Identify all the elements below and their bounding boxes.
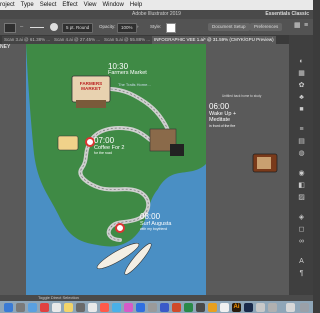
character-panel-icon[interactable]: A <box>297 257 306 266</box>
stroke-line-icon <box>30 27 44 28</box>
pin-coffee <box>85 137 95 147</box>
preview-icon[interactable] <box>256 303 265 312</box>
swatches-panel-icon[interactable]: ▦ <box>297 69 306 78</box>
status-text: Toggle Direct Selection <box>38 295 79 300</box>
control-bar: ─ 5 pt. Round Opacity: 100% › Style: Doc… <box>0 19 313 35</box>
document-tab-bar: Scan 3.ai @ 61.38% ... Scan 4.ai @ 27.45… <box>0 35 289 44</box>
align-panel-icon[interactable]: ◧ <box>297 181 306 190</box>
coffee-van-illustration <box>57 135 79 151</box>
timeline-time-4: 06:00 <box>209 102 230 111</box>
maps-icon[interactable] <box>112 303 121 312</box>
macos-dock: Ai <box>0 301 313 313</box>
stroke-panel-icon[interactable]: ≡ <box>297 125 306 134</box>
menu-item-type[interactable]: Type <box>21 2 34 8</box>
calendar-icon[interactable] <box>100 303 109 312</box>
stroke-weight-icon[interactable]: ─ <box>20 23 23 31</box>
contacts-icon[interactable] <box>52 303 61 312</box>
graphic-styles-panel-icon[interactable]: ■ <box>297 105 306 114</box>
window-title: Adobe Illustrator 2019 <box>132 11 181 17</box>
brush-dot-icon <box>50 23 58 31</box>
chrome-icon[interactable] <box>40 303 49 312</box>
app-icon[interactable] <box>196 303 205 312</box>
illustrator-icon[interactable]: Ai <box>232 303 241 312</box>
powerpoint-icon[interactable] <box>172 303 181 312</box>
app-icon-3[interactable] <box>220 303 229 312</box>
links-panel-icon[interactable]: ∞ <box>297 237 306 246</box>
menu-item-select[interactable]: Select <box>40 2 57 8</box>
app-icon-2[interactable] <box>208 303 217 312</box>
notes-icon[interactable] <box>64 303 73 312</box>
menu-bar: roject Type Select Effect View Window He… <box>0 0 313 10</box>
finder-icon[interactable] <box>4 303 13 312</box>
menu-item-window[interactable]: Window <box>103 2 124 8</box>
appearance-panel-icon[interactable]: ◉ <box>297 169 306 178</box>
timeline-sub-4: in front of the fire <box>209 124 236 128</box>
cabin-stove <box>170 144 184 156</box>
photoshop-icon[interactable] <box>244 303 253 312</box>
arrange-documents-icon[interactable]: ▦ <box>294 22 301 30</box>
timeline-time-3: 08:00 <box>140 212 161 221</box>
timeline-sub-3: with my boyfriend <box>140 227 168 231</box>
menu-item-view[interactable]: View <box>84 2 97 8</box>
opacity-label: Opacity: <box>99 24 116 29</box>
preferences-button[interactable]: Preferences <box>250 23 283 31</box>
system-preferences-icon[interactable] <box>148 303 157 312</box>
launchpad-icon[interactable] <box>16 303 25 312</box>
paragraph-panel-icon[interactable]: ¶ <box>297 269 306 278</box>
symbols-panel-icon[interactable]: ♣ <box>297 93 306 102</box>
app-store-icon[interactable] <box>136 303 145 312</box>
artboards-panel-icon[interactable]: ◻ <box>297 225 306 234</box>
handwritten-note: The Trails Home... <box>118 82 151 87</box>
safari-icon[interactable] <box>28 303 37 312</box>
timeline-desc-1: Farmers Market <box>108 70 147 76</box>
opacity-input[interactable]: 100% <box>117 23 137 33</box>
transparency-panel-icon[interactable]: ◍ <box>297 149 306 158</box>
opacity-chevron-icon[interactable]: › <box>137 23 139 31</box>
farmers-market-sign: FARMERS MARKET <box>77 81 105 91</box>
gradient-panel-icon[interactable]: ▤ <box>297 137 306 146</box>
excel-icon[interactable] <box>184 303 193 312</box>
menu-item-effect[interactable]: Effect <box>62 2 77 8</box>
document-setup-button[interactable]: Document Setup <box>208 23 250 31</box>
tab-scan-5[interactable]: Scan 5.ai @ 55.88% ... <box>102 36 153 44</box>
workspace-switcher[interactable]: Essentials Classic <box>265 10 309 19</box>
pin-surf <box>115 223 125 233</box>
timeline-desc-4: Wake Up + Meditate <box>209 111 237 123</box>
market-crates <box>76 100 106 108</box>
right-side-note: Untitled back home to study <box>222 94 262 98</box>
style-label: Style: <box>150 24 162 29</box>
title-bar: Adobe Illustrator 2019 Essentials Classi… <box>0 10 313 19</box>
style-swatch[interactable] <box>166 23 176 33</box>
stroke-color-swatch[interactable] <box>4 23 16 33</box>
artboard-canvas[interactable]: NEY FARMERS MARKET 10:30 Farmers Market <box>0 44 289 295</box>
tab-infographic[interactable]: INFOGRAPHIC VEE 1.ai* @ 31.59% (CMYK/GPU… <box>152 36 276 44</box>
downloads-icon[interactable] <box>268 303 277 312</box>
color-panel-icon[interactable]: ◐ <box>297 57 306 66</box>
photos-icon[interactable] <box>76 303 85 312</box>
menu-item-help[interactable]: Help <box>130 2 142 8</box>
pathfinder-panel-icon[interactable]: ▨ <box>297 193 306 202</box>
tab-scan-3[interactable]: Scan 3.ai @ 61.38% ... <box>2 36 53 44</box>
brushes-panel-icon[interactable]: ✿ <box>297 81 306 90</box>
reminders-icon[interactable] <box>88 303 97 312</box>
tv-screen <box>257 157 271 169</box>
sign-line-2: MARKET <box>81 86 101 91</box>
itunes-icon[interactable] <box>124 303 133 312</box>
menu-icon[interactable]: ≡ <box>304 22 308 30</box>
tab-scan-4[interactable]: Scan 4.ai @ 27.45% ... <box>52 36 103 44</box>
menu-item-project[interactable]: roject <box>0 2 15 8</box>
timeline-sub-2: for the road <box>94 151 112 155</box>
word-icon[interactable] <box>160 303 169 312</box>
trash-icon[interactable] <box>300 303 309 312</box>
layers-panel-icon[interactable]: ◈ <box>297 213 306 222</box>
folder-icon[interactable] <box>286 303 295 312</box>
stroke-profile-select[interactable]: 5 pt. Round <box>62 23 94 33</box>
timeline-time-2: 07:00 <box>94 136 115 145</box>
panels-strip: ◐ ▦ ✿ ♣ ■ ≡ ▤ ◍ ◉ ◧ ▨ ◈ ◻ ∞ A ¶ <box>289 35 313 295</box>
